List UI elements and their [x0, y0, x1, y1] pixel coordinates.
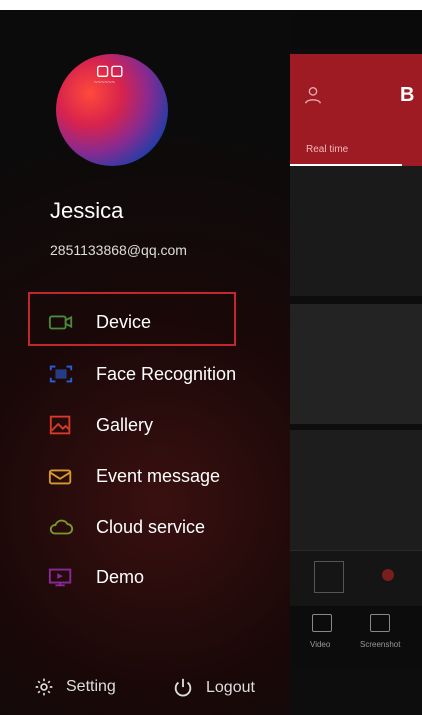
drawer-footer: Setting Logout: [0, 665, 290, 715]
setting-button[interactable]: Setting: [34, 677, 116, 697]
power-icon: [174, 678, 192, 697]
nav-video-label: Video: [310, 640, 331, 649]
gear-icon: [35, 678, 53, 696]
app-title-fragment: B: [400, 84, 415, 106]
split-view-button[interactable]: [314, 561, 344, 593]
menu-item-label: Device: [96, 311, 152, 332]
avatar-text: ~~~~~~: [94, 80, 116, 86]
user-email: 2851133868@qq.com: [50, 242, 187, 258]
logout-button[interactable]: Logout: [172, 677, 255, 699]
camera-icon: [48, 315, 73, 330]
status-gap: [290, 10, 422, 50]
menu-item-face-recognition[interactable]: Face Recognition: [48, 358, 236, 390]
bottom-nav: Video Screenshot: [290, 606, 422, 666]
background-app[interactable]: B Real time Video Screenshot: [290, 10, 422, 715]
toolbar: [290, 550, 422, 607]
screen: B Real time Video Screenshot ▢▢ ~~~~~~ J…: [0, 0, 422, 715]
person-icon[interactable]: [302, 84, 324, 106]
tab-real-time[interactable]: Real time: [306, 144, 348, 155]
avatar[interactable]: ▢▢ ~~~~~~: [56, 54, 168, 166]
screenshot-icon[interactable]: [370, 614, 390, 632]
app-header: B Real time: [290, 54, 422, 166]
menu-item-label: Cloud service: [96, 516, 206, 537]
record-indicator: [382, 569, 394, 581]
face-recognition-icon: [49, 365, 73, 383]
top-frame: [0, 0, 422, 10]
menu-item-label: Event message: [96, 465, 221, 486]
menu-item-label: Face Recognition: [96, 363, 237, 384]
navigation-drawer: ▢▢ ~~~~~~ Jessica 2851133868@qq.com Devi…: [0, 10, 290, 715]
menu-item-event-message[interactable]: Event message: [48, 460, 220, 492]
menu-item-cloud-service[interactable]: Cloud service: [48, 511, 205, 543]
setting-label: Setting: [66, 678, 116, 695]
video-tile[interactable]: [290, 304, 422, 424]
nav-screenshot-label: Screenshot: [360, 640, 401, 649]
gallery-icon: [49, 415, 71, 435]
menu-item-gallery[interactable]: Gallery: [48, 409, 153, 441]
video-tile[interactable]: [290, 166, 422, 296]
demo-icon: [48, 568, 72, 587]
mail-icon: [48, 469, 72, 485]
menu-item-label: Demo: [96, 566, 145, 587]
avatar-glyph: ▢▢: [96, 62, 125, 78]
menu-item-demo[interactable]: Demo: [48, 561, 144, 593]
logout-label: Logout: [206, 679, 255, 696]
menu-item-device[interactable]: Device: [48, 306, 151, 338]
cloud-icon: [49, 519, 74, 535]
video-icon[interactable]: [312, 614, 332, 632]
video-tile[interactable]: [290, 430, 422, 550]
user-name: Jessica: [50, 198, 124, 223]
menu-item-label: Gallery: [96, 414, 154, 435]
